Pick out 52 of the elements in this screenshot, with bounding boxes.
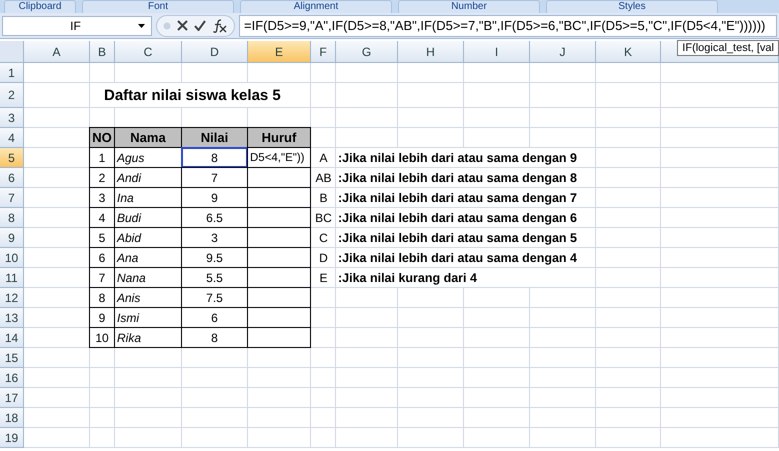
table-header-cell: Nama [114, 127, 182, 148]
column-header[interactable]: D [182, 41, 248, 63]
column-header[interactable]: H [398, 41, 464, 63]
grade-label: B [318, 190, 328, 207]
row-header[interactable]: 6 [0, 168, 24, 188]
column-header[interactable]: K [596, 41, 661, 63]
cell-editor[interactable]: D5<4,"E")) [247, 147, 311, 168]
table-cell: 8 [181, 147, 248, 168]
row-header[interactable]: 1 [0, 63, 24, 83]
ribbon-group-label: Number [398, 0, 540, 13]
row-header[interactable]: 10 [0, 248, 24, 268]
column-header[interactable]: B [90, 41, 115, 63]
ribbon-group-label: Alignment [240, 0, 392, 13]
row-header[interactable]: 9 [0, 228, 24, 248]
grade-label: E [318, 270, 328, 287]
table-header-cell: Nilai [181, 127, 248, 148]
column-header[interactable]: A [24, 41, 90, 63]
name-box[interactable]: IF [2, 16, 152, 36]
column-header[interactable]: J [530, 41, 596, 63]
grade-label: D [318, 250, 329, 267]
column-header[interactable]: E [248, 41, 311, 63]
grade-label: BC [314, 210, 333, 227]
grade-label: A [318, 150, 328, 167]
row-header[interactable]: 8 [0, 208, 24, 228]
row-header[interactable]: 11 [0, 268, 24, 288]
row-header[interactable]: 3 [0, 108, 24, 128]
row-header[interactable]: 4 [0, 128, 24, 148]
row-header[interactable]: 19 [0, 428, 24, 448]
table-header-cell: NO [89, 127, 115, 148]
ribbon-group-label: Clipboard [4, 0, 76, 13]
ribbon-group-label: Styles [546, 0, 718, 13]
function-tooltip: IF(logical_test, [val [677, 40, 779, 56]
row-header[interactable]: 14 [0, 328, 24, 348]
row-header[interactable]: 15 [0, 348, 24, 368]
row-header[interactable]: 7 [0, 188, 24, 208]
row-header[interactable]: 16 [0, 368, 24, 388]
grade-label: C [318, 230, 329, 247]
column-header[interactable]: I [464, 41, 530, 63]
row-header[interactable]: 5 [0, 148, 24, 168]
table-header-cell: Huruf [247, 127, 311, 148]
column-header[interactable]: G [336, 41, 398, 63]
column-header[interactable]: C [115, 41, 182, 63]
row-header[interactable]: 18 [0, 408, 24, 428]
row-header[interactable]: 12 [0, 288, 24, 308]
row-header[interactable]: 2 [0, 83, 24, 108]
row-header[interactable]: 17 [0, 388, 24, 408]
row-header[interactable]: 13 [0, 308, 24, 328]
table-cell: 10 [89, 327, 115, 348]
formula-input[interactable]: =IF(D5>=9,"A",IF(D5>=8,"AB",IF(D5>=7,"B",IF(D5>=6,"BC",IF(D5>=5,"C",IF(D5<4,"E")))))) [239, 14, 777, 36]
column-header[interactable]: F [311, 41, 336, 63]
ribbon-group-label: Font [82, 0, 234, 13]
grade-label: AB [314, 170, 332, 187]
